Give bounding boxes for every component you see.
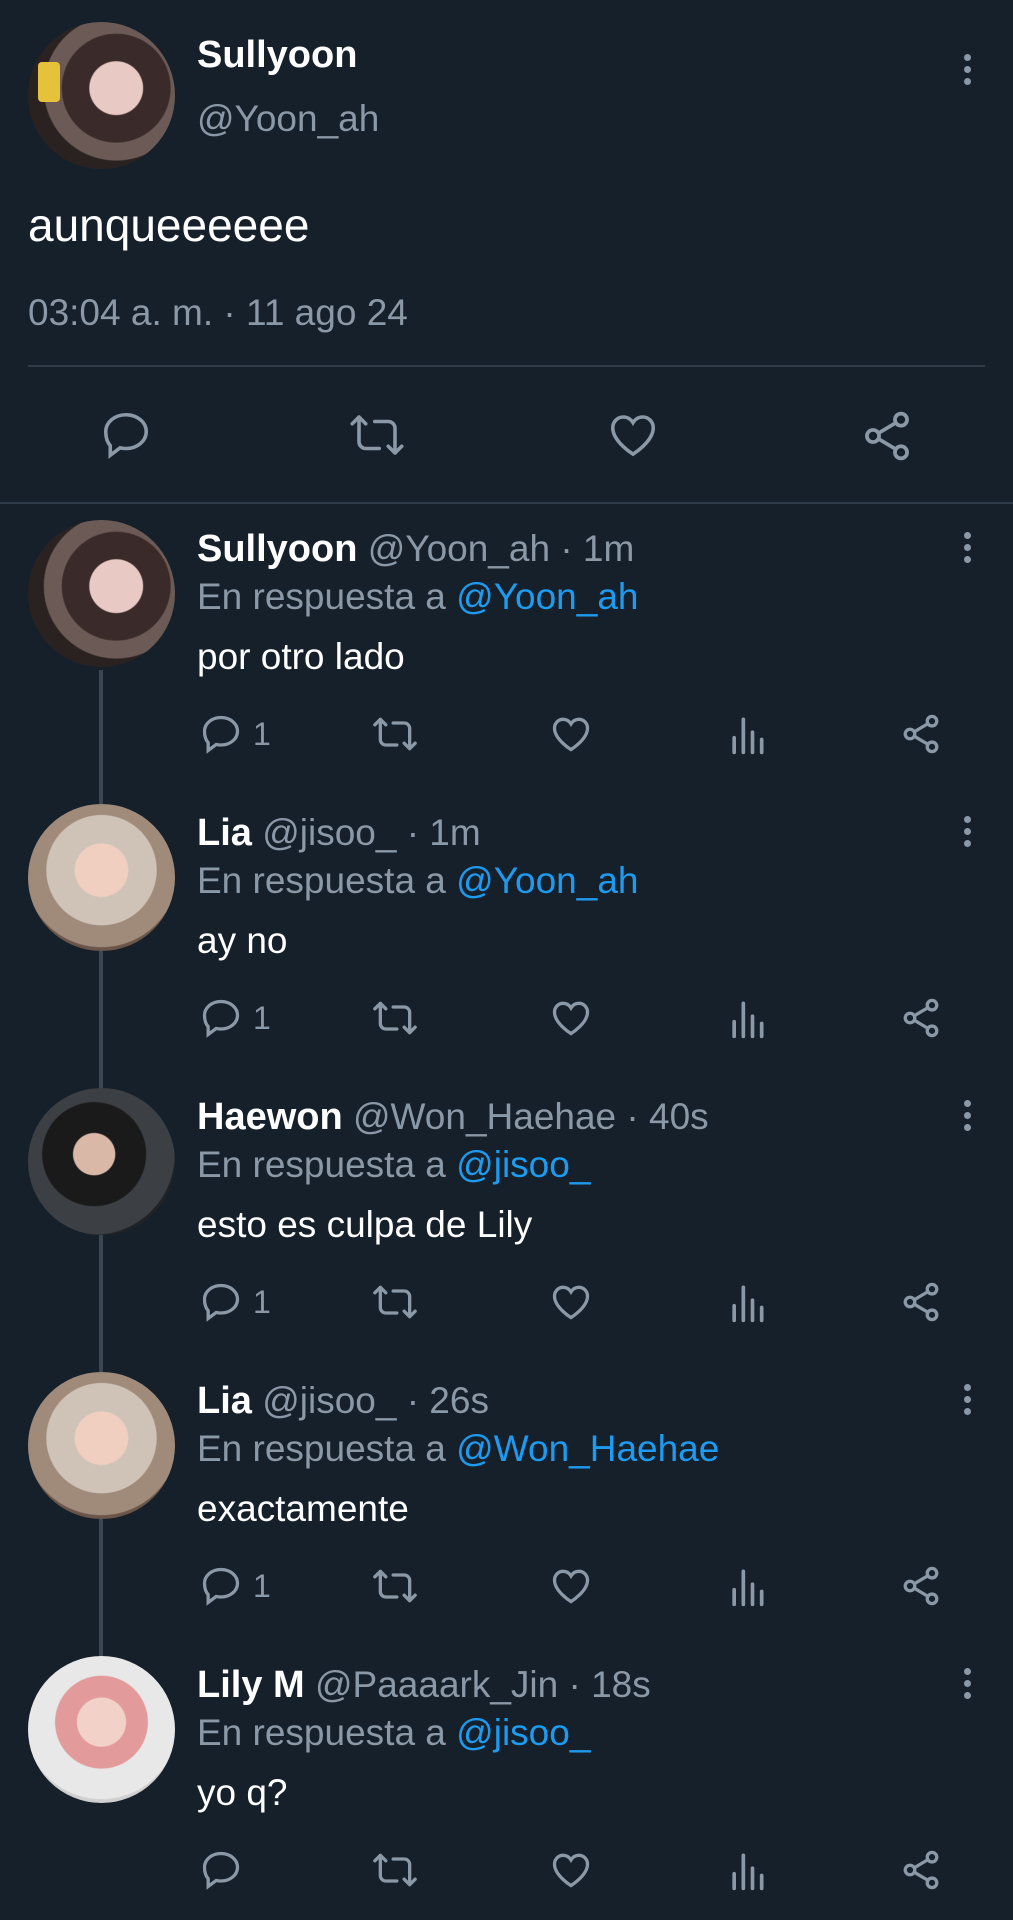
retweet-icon[interactable] xyxy=(370,712,420,756)
display-name[interactable]: Lia xyxy=(197,1380,252,1422)
time-ago: · 1m xyxy=(560,528,635,569)
more-icon[interactable] xyxy=(961,50,973,90)
views-icon[interactable] xyxy=(727,712,767,756)
reply-context: En respuesta a @Won_Haehae xyxy=(197,1428,719,1470)
reply-icon[interactable] xyxy=(199,1848,243,1892)
reply-prefix: En respuesta a xyxy=(197,1428,446,1469)
reply-icon[interactable] xyxy=(199,996,243,1040)
reply-to-link[interactable]: @jisoo_ xyxy=(456,1144,590,1185)
reply-to-link[interactable]: @Yoon_ah xyxy=(456,860,638,901)
reply-text: esto es culpa de Lily xyxy=(197,1204,533,1245)
divider xyxy=(28,365,985,367)
reply-header: Lia @jisoo_ · 1m xyxy=(197,812,481,855)
like-icon[interactable] xyxy=(606,408,660,462)
handle[interactable]: @Won_Haehae xyxy=(353,1096,616,1137)
share-icon[interactable] xyxy=(899,712,943,756)
reply-icon[interactable] xyxy=(199,1564,243,1608)
handle[interactable]: @Paaaark_Jin xyxy=(315,1664,558,1705)
reply-header: Lia @jisoo_ · 26s xyxy=(197,1380,489,1423)
views-icon[interactable] xyxy=(727,996,767,1040)
retweet-icon[interactable] xyxy=(370,1280,420,1324)
retweet-icon[interactable] xyxy=(370,996,420,1040)
reply-header: Haewon @Won_Haehae · 40s xyxy=(197,1096,709,1139)
time-ago: · 1m xyxy=(406,812,481,853)
share-icon[interactable] xyxy=(899,1848,943,1892)
handle[interactable]: @jisoo_ xyxy=(262,812,396,853)
handle[interactable]: @Yoon_ah xyxy=(197,98,379,140)
views-icon[interactable] xyxy=(727,1280,767,1324)
views-icon[interactable] xyxy=(727,1564,767,1608)
more-icon[interactable] xyxy=(961,528,973,568)
more-icon[interactable] xyxy=(961,812,973,852)
time-ago: · 18s xyxy=(568,1664,651,1705)
retweet-icon[interactable] xyxy=(370,1848,420,1892)
more-icon[interactable] xyxy=(961,1096,973,1136)
time-ago: · 40s xyxy=(626,1096,709,1137)
reply-to-link[interactable]: @jisoo_ xyxy=(456,1712,590,1753)
avatar-accent xyxy=(38,62,60,102)
retweet-icon[interactable] xyxy=(370,1564,420,1608)
views-icon[interactable] xyxy=(727,1848,767,1892)
display-name[interactable]: Haewon xyxy=(197,1096,343,1138)
avatar[interactable] xyxy=(28,1088,175,1235)
share-icon[interactable] xyxy=(899,1280,943,1324)
reply-prefix: En respuesta a xyxy=(197,576,446,617)
timestamp: 03:04 a. m. · 11 ago 24 xyxy=(28,292,408,333)
reply-prefix: En respuesta a xyxy=(197,1712,446,1753)
handle[interactable]: @jisoo_ xyxy=(262,1380,396,1421)
reply-header: Lily M @Paaaark_Jin · 18s xyxy=(197,1664,651,1707)
avatar[interactable] xyxy=(28,520,175,667)
reply-context: En respuesta a @jisoo_ xyxy=(197,1712,590,1754)
reply-count: 1 xyxy=(253,1568,271,1604)
like-icon[interactable] xyxy=(549,1848,593,1892)
reply-text: yo q? xyxy=(197,1772,288,1813)
reply-context: En respuesta a @jisoo_ xyxy=(197,1144,590,1186)
reply-prefix: En respuesta a xyxy=(197,1144,446,1185)
reply-context: En respuesta a @Yoon_ah xyxy=(197,860,638,902)
avatar[interactable] xyxy=(28,22,175,169)
share-icon[interactable] xyxy=(859,408,915,464)
like-icon[interactable] xyxy=(549,1280,593,1324)
reply-text: exactamente xyxy=(197,1488,409,1529)
share-icon[interactable] xyxy=(899,996,943,1040)
more-icon[interactable] xyxy=(961,1380,973,1420)
reply-icon[interactable] xyxy=(99,408,153,462)
reply-count: 1 xyxy=(253,716,271,752)
tweet-text: aunqueeeeee xyxy=(28,199,310,251)
like-icon[interactable] xyxy=(549,996,593,1040)
display-name[interactable]: Sullyoon xyxy=(197,528,357,570)
reply-icon[interactable] xyxy=(199,712,243,756)
share-icon[interactable] xyxy=(899,1564,943,1608)
divider xyxy=(0,502,1013,504)
reply-count: 1 xyxy=(253,1284,271,1320)
retweet-icon[interactable] xyxy=(347,408,407,462)
reply-header: Sullyoon @Yoon_ah · 1m xyxy=(197,528,634,571)
reply-prefix: En respuesta a xyxy=(197,860,446,901)
reply-context: En respuesta a @Yoon_ah xyxy=(197,576,638,618)
time-ago: · 26s xyxy=(406,1380,489,1421)
reply-to-link[interactable]: @Won_Haehae xyxy=(456,1428,719,1469)
more-icon[interactable] xyxy=(961,1664,973,1704)
display-name[interactable]: Lia xyxy=(197,812,252,854)
reply-icon[interactable] xyxy=(199,1280,243,1324)
display-name[interactable]: Lily M xyxy=(197,1664,305,1706)
reply-to-link[interactable]: @Yoon_ah xyxy=(456,576,638,617)
reply-count: 1 xyxy=(253,1000,271,1036)
handle[interactable]: @Yoon_ah xyxy=(368,528,550,569)
like-icon[interactable] xyxy=(549,1564,593,1608)
avatar[interactable] xyxy=(28,1372,175,1519)
like-icon[interactable] xyxy=(549,712,593,756)
display-name[interactable]: Sullyoon xyxy=(197,34,357,77)
reply-text: por otro lado xyxy=(197,636,405,677)
reply-text: ay no xyxy=(197,920,288,961)
avatar[interactable] xyxy=(28,1656,175,1803)
avatar[interactable] xyxy=(28,804,175,951)
